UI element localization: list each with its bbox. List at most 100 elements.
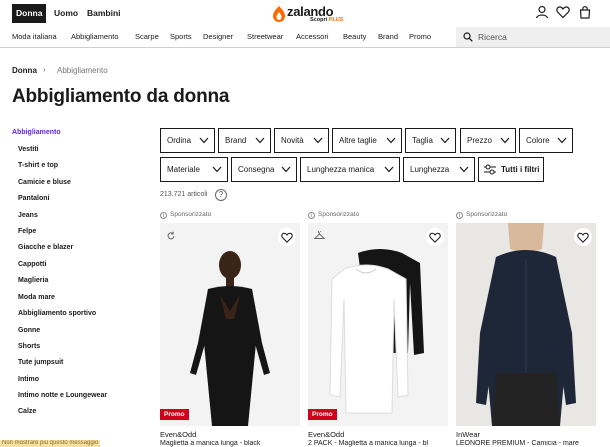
product-card[interactable]: Promo: [308, 223, 448, 426]
filter-ordina-label: Ordina: [167, 136, 192, 145]
sidebar-item-pantaloni[interactable]: Pantaloni: [18, 195, 50, 202]
filter-prezzo-label: Prezzo: [467, 136, 492, 145]
search-input[interactable]: Ricerca: [456, 27, 610, 47]
product-image: [308, 223, 448, 426]
info-icon: i: [456, 212, 463, 219]
chevron-down-icon: [386, 137, 396, 144]
sidebar-item-abbigliamento[interactable]: Abbigliamento: [12, 129, 61, 136]
result-count: 213.721 articoli: [160, 191, 208, 198]
filter-colore[interactable]: Colore: [519, 128, 573, 153]
info-icon: i: [308, 212, 315, 219]
chevron-down-icon: [255, 137, 265, 144]
filter-lunghezza-manica[interactable]: Lunghezza manica: [300, 157, 400, 182]
product-name[interactable]: LEONORE PREMIUM - Camicia - mare: [456, 440, 598, 447]
catnav-item-sports[interactable]: Sports: [170, 32, 192, 41]
filter-taglia[interactable]: Taglia: [405, 128, 456, 153]
filter-consegna-label: Consegna: [238, 165, 275, 174]
product-name[interactable]: Maglietta a manica lunga - black: [160, 440, 302, 447]
add-to-wishlist-button[interactable]: [278, 228, 296, 246]
add-to-wishlist-button[interactable]: [574, 228, 592, 246]
product-image: [160, 223, 300, 426]
gender-tab-bambini[interactable]: Bambini: [83, 4, 125, 23]
sidebar-item-felpe[interactable]: Felpe: [18, 228, 36, 235]
sidebar-item-intimo-notte[interactable]: Intimo notte e Loungewear: [18, 392, 107, 399]
sidebar-item-intimo[interactable]: Intimo: [18, 376, 39, 383]
filter-materiale[interactable]: Materiale: [160, 157, 228, 182]
logo-sub-plus: PLUS: [328, 17, 344, 23]
chevron-down-icon: [199, 137, 209, 144]
promo-badge: Promo: [160, 409, 189, 420]
product-card[interactable]: [456, 223, 596, 426]
catnav-item-brand[interactable]: Brand: [378, 32, 398, 41]
sponsored-text: Sponsorizzato: [318, 211, 360, 218]
heart-icon: [429, 232, 441, 243]
filter-ordina[interactable]: Ordina: [160, 128, 215, 153]
sidebar-item-cappotti[interactable]: Cappotti: [18, 261, 46, 268]
sidebar-item-giacche[interactable]: Giacche e blazer: [18, 244, 73, 251]
product-name[interactable]: 2 PACK - Maglietta a manica lunga - bl: [308, 440, 450, 447]
product-brand[interactable]: Even&Odd: [160, 430, 196, 439]
catnav-item-beauty[interactable]: Beauty: [343, 32, 366, 41]
sidebar-item-jeans[interactable]: Jeans: [18, 212, 38, 219]
sponsored-label[interactable]: i Sponsorizzato: [308, 211, 359, 219]
add-to-wishlist-button[interactable]: [426, 228, 444, 246]
sidebar-item-tshirt-top[interactable]: T-shirt e top: [18, 162, 58, 169]
catnav-item-promo[interactable]: Promo: [409, 32, 431, 41]
filter-prezzo[interactable]: Prezzo: [460, 128, 516, 153]
product-brand[interactable]: InWear: [456, 430, 480, 439]
product-image: [456, 223, 596, 426]
catnav-item-accessori[interactable]: Accessori: [296, 32, 329, 41]
sidebar-item-calze[interactable]: Calze: [18, 408, 36, 415]
sponsored-label[interactable]: i Sponsorizzato: [456, 211, 507, 219]
sponsored-text: Sponsorizzato: [170, 211, 212, 218]
catnav-item-moda-italiana[interactable]: Moda italiana: [12, 32, 57, 41]
top-bar: Donna Uomo Bambini zalando Scopri PLUS: [0, 0, 610, 27]
filter-novita[interactable]: Novità: [274, 128, 329, 153]
filter-brand[interactable]: Brand: [218, 128, 271, 153]
breadcrumb-donna[interactable]: Donna: [12, 66, 37, 75]
chevron-down-icon: [459, 166, 469, 173]
breadcrumb-abbigliamento: Abbigliamento: [57, 66, 108, 75]
dismiss-message-note[interactable]: Non mostrare più questo messaggio: [0, 440, 100, 447]
sidebar-item-gonne[interactable]: Gonne: [18, 327, 40, 334]
gender-tab-donna[interactable]: Donna: [12, 4, 47, 23]
product-brand[interactable]: Even&Odd: [308, 430, 344, 439]
catnav-item-designer[interactable]: Designer: [203, 32, 233, 41]
filter-altre-taglie-label: Altre taglie: [339, 136, 377, 145]
catnav-item-streetwear[interactable]: Streetwear: [247, 32, 283, 41]
catnav-item-abbigliamento[interactable]: Abbigliamento: [71, 32, 119, 41]
user-icon[interactable]: [535, 5, 549, 19]
sidebar-item-vestiti[interactable]: Vestiti: [18, 146, 39, 153]
all-filters-button[interactable]: Tutti i filtri: [478, 157, 544, 182]
filter-lunghezza-manica-label: Lunghezza manica: [307, 165, 375, 174]
filters-slider-icon: [484, 164, 496, 175]
zalando-logo[interactable]: zalando Scopri PLUS: [272, 4, 352, 26]
filter-materiale-label: Materiale: [167, 165, 200, 174]
search-placeholder: Ricerca: [478, 32, 507, 42]
chevron-down-icon: [212, 166, 222, 173]
help-icon[interactable]: ?: [215, 189, 227, 201]
filter-altre-taglie[interactable]: Altre taglie: [332, 128, 402, 153]
gender-tab-uomo[interactable]: Uomo: [50, 4, 82, 23]
bag-icon[interactable]: [578, 5, 592, 19]
chevron-down-icon: [557, 137, 567, 144]
heart-icon: [577, 232, 589, 243]
filter-lunghezza-label: Lunghezza: [410, 165, 450, 174]
chevron-down-icon: [500, 137, 510, 144]
sidebar-item-shorts[interactable]: Shorts: [18, 343, 40, 350]
filter-lunghezza[interactable]: Lunghezza: [403, 157, 475, 182]
sidebar-item-camicie[interactable]: Camicie e bluse: [18, 179, 71, 186]
sidebar-item-maglieria[interactable]: Maglieria: [18, 277, 48, 284]
catnav-item-scarpe[interactable]: Scarpe: [135, 32, 159, 41]
refresh-icon: [167, 231, 175, 240]
product-card[interactable]: Promo: [160, 223, 300, 426]
chevron-down-icon: [440, 137, 450, 144]
sponsored-label[interactable]: i Sponsorizzato: [160, 211, 211, 219]
chevron-down-icon: [313, 137, 323, 144]
filter-novita-label: Novità: [281, 136, 304, 145]
sidebar-item-sportivo[interactable]: Abbigliamento sportivo: [18, 310, 96, 317]
sidebar-item-tute[interactable]: Tute jumpsuit: [18, 359, 63, 366]
sidebar-item-moda-mare[interactable]: Moda mare: [18, 294, 55, 301]
filter-consegna[interactable]: Consegna: [231, 157, 297, 182]
heart-icon[interactable]: [556, 5, 570, 19]
